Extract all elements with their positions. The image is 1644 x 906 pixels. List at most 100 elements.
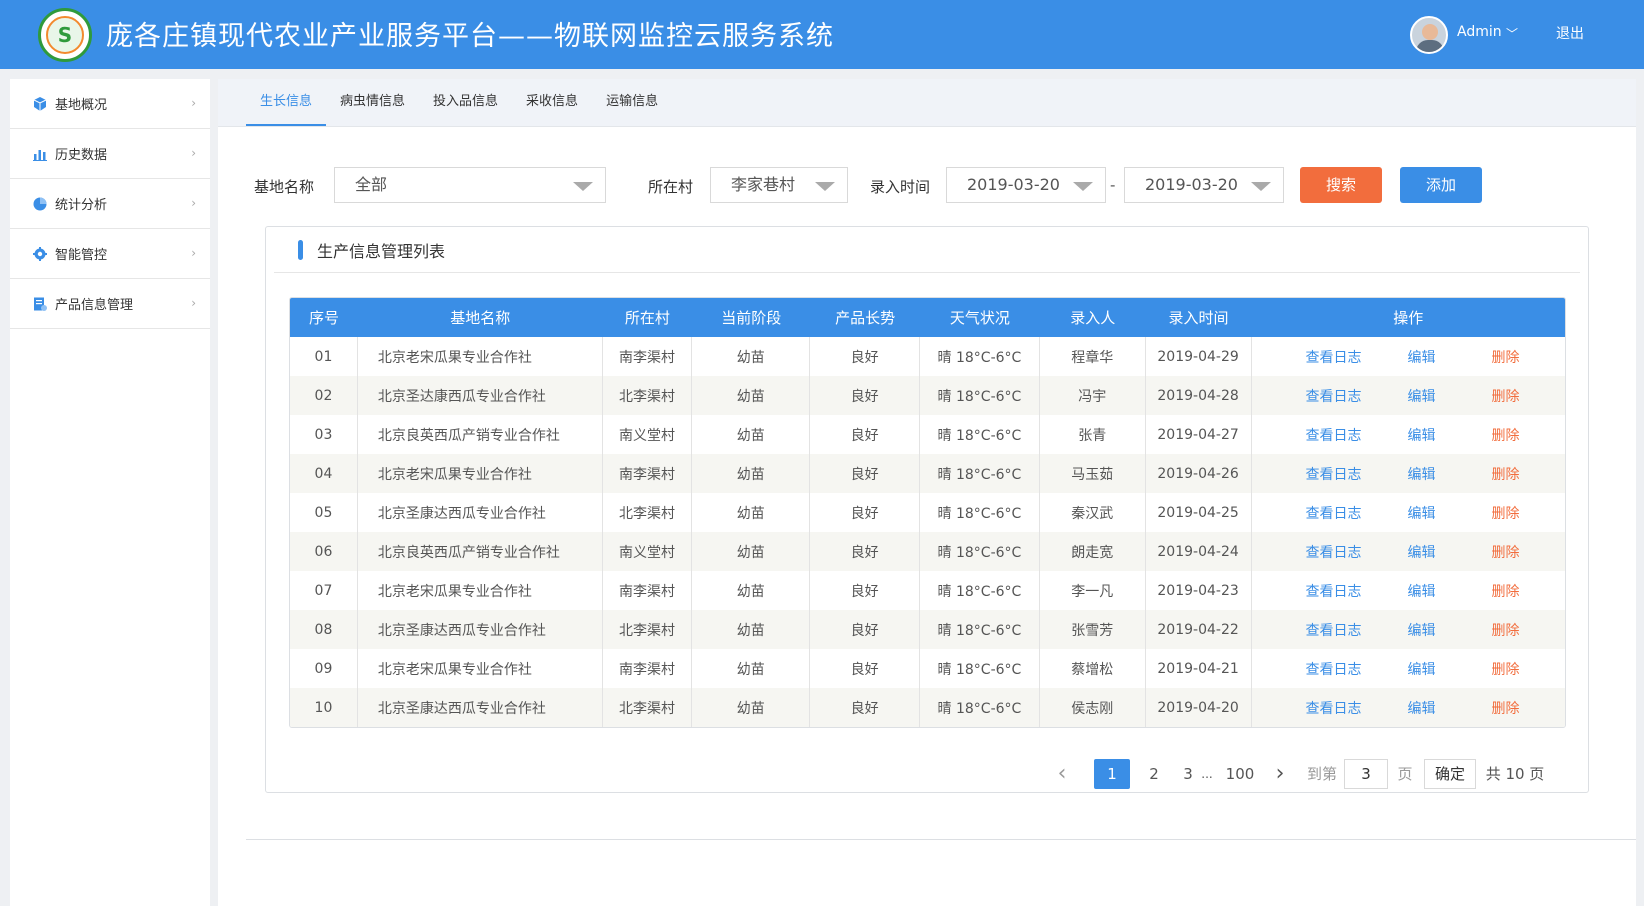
sidebar-item-control[interactable]: 智能管控 › (10, 229, 210, 279)
delete-link[interactable]: 删除 (1492, 542, 1520, 562)
village-cell: 北李渠村 (603, 376, 693, 415)
add-button[interactable]: 添加 (1400, 167, 1482, 203)
view-log-link[interactable]: 查看日志 (1306, 659, 1362, 679)
view-log-link[interactable]: 查看日志 (1306, 386, 1362, 406)
village-label: 所在村 (648, 178, 694, 196)
weather-cell: 晴 18°C-6°C (920, 415, 1040, 454)
tab-pest[interactable]: 病虫情信息 (326, 78, 419, 126)
row-index: 02 (290, 376, 358, 415)
edit-link[interactable]: 编辑 (1408, 386, 1436, 406)
delete-link[interactable]: 删除 (1492, 347, 1520, 367)
table-row: 05 北京圣康达西瓜专业合作社 北李渠村 幼苗 良好晴 18°C-6°C 秦汉武 2019-… (290, 493, 1565, 532)
prev-page-icon[interactable]: ‹ (1052, 759, 1072, 789)
confirm-button[interactable]: 确定 (1424, 759, 1476, 789)
delete-link[interactable]: 删除 (1492, 425, 1520, 445)
edit-link[interactable]: 编辑 (1408, 659, 1436, 679)
document-icon (34, 297, 47, 311)
column-header: 天气状况 (949, 309, 1010, 327)
edit-link[interactable]: 编辑 (1408, 698, 1436, 718)
date-from-picker[interactable]: 2019-03-20 (946, 167, 1106, 203)
page-1[interactable]: 1 (1094, 759, 1130, 789)
row-index: 09 (290, 649, 358, 688)
edit-link[interactable]: 编辑 (1408, 542, 1436, 562)
chevron-down-icon (1073, 182, 1093, 191)
tab-bar: 生长信息 病虫情信息 投入品信息 采收信息 运输信息 (218, 79, 1636, 127)
page-2[interactable]: 2 (1144, 759, 1164, 789)
view-log-link[interactable]: 查看日志 (1306, 620, 1362, 640)
delete-link[interactable]: 删除 (1492, 386, 1520, 406)
row-actions: 查看日志 编辑 删除 (1252, 376, 1566, 415)
logout-link[interactable]: 退出 (1556, 23, 1584, 43)
view-log-link[interactable]: 查看日志 (1306, 464, 1362, 484)
stage-cell: 幼苗 (692, 649, 811, 688)
date-to-picker[interactable]: 2019-03-20 (1124, 167, 1284, 203)
edit-link[interactable]: 编辑 (1408, 620, 1436, 640)
view-log-link[interactable]: 查看日志 (1306, 347, 1362, 367)
entry-time-cell: 2019-04-21 (1146, 649, 1252, 688)
page-unit-label: 页 (1397, 765, 1413, 783)
sidebar-item-product-info[interactable]: 产品信息管理 › (10, 279, 210, 329)
delete-link[interactable]: 删除 (1492, 659, 1520, 679)
edit-link[interactable]: 编辑 (1408, 503, 1436, 523)
village-cell: 北李渠村 (603, 493, 693, 532)
sidebar-item-statistics[interactable]: 统计分析 › (10, 179, 210, 229)
tab-harvest[interactable]: 采收信息 (512, 78, 592, 126)
column-header: 操作 (1393, 309, 1424, 327)
edit-link[interactable]: 编辑 (1408, 425, 1436, 445)
delete-link[interactable]: 删除 (1492, 581, 1520, 601)
tab-transport[interactable]: 运输信息 (592, 78, 672, 126)
view-log-link[interactable]: 查看日志 (1306, 581, 1362, 601)
weather-cell: 晴 18°C-6°C (920, 688, 1040, 727)
edit-link[interactable]: 编辑 (1408, 347, 1436, 367)
view-log-link[interactable]: 查看日志 (1306, 698, 1362, 718)
table-row: 04 北京老宋瓜果专业合作社 南李渠村 幼苗 良好晴 18°C-6°C 马玉茹 2019-0… (290, 454, 1565, 493)
row-actions: 查看日志 编辑 删除 (1252, 493, 1566, 532)
growth-cell: 良好 (810, 454, 921, 493)
view-log-link[interactable]: 查看日志 (1306, 425, 1362, 445)
date-separator: - (1110, 176, 1116, 194)
chevron-down-icon (815, 182, 835, 191)
stage-cell: 幼苗 (692, 376, 811, 415)
panel-header: 生产信息管理列表 (274, 227, 1580, 273)
tab-inputs[interactable]: 投入品信息 (419, 78, 512, 126)
user-menu[interactable]: Admin (1457, 24, 1502, 40)
entry-time-cell: 2019-04-26 (1146, 454, 1252, 493)
view-log-link[interactable]: 查看日志 (1306, 503, 1362, 523)
view-log-link[interactable]: 查看日志 (1306, 542, 1362, 562)
growth-cell: 良好 (810, 688, 921, 727)
sidebar-item-history[interactable]: 历史数据 › (10, 129, 210, 179)
tab-growth[interactable]: 生长信息 (246, 78, 327, 126)
goto-page-input[interactable]: 3 (1344, 759, 1388, 789)
delete-link[interactable]: 删除 (1492, 620, 1520, 640)
search-button[interactable]: 搜索 (1300, 167, 1382, 203)
stage-cell: 幼苗 (692, 571, 811, 610)
row-index: 08 (290, 610, 358, 649)
growth-cell: 良好 (810, 649, 921, 688)
entry-time-cell: 2019-04-20 (1146, 688, 1252, 727)
chevron-right-icon: › (191, 96, 196, 110)
edit-link[interactable]: 编辑 (1408, 464, 1436, 484)
chevron-down-icon[interactable]: ﹀ (1506, 25, 1518, 42)
base-name-select[interactable]: 全部 (334, 167, 606, 203)
delete-link[interactable]: 删除 (1492, 503, 1520, 523)
base-name-cell: 北京老宋瓜果专业合作社 (358, 571, 603, 610)
next-page-icon[interactable]: › (1270, 759, 1290, 789)
recorder-cell: 蔡增松 (1040, 649, 1146, 688)
stage-cell: 幼苗 (692, 454, 811, 493)
village-select[interactable]: 李家巷村 (710, 167, 848, 203)
page-last[interactable]: 100 (1222, 759, 1258, 789)
stage-cell: 幼苗 (692, 688, 811, 727)
delete-link[interactable]: 删除 (1492, 698, 1520, 718)
page-3[interactable]: 3 (1178, 759, 1198, 789)
panel-accent-bar (298, 239, 303, 260)
row-actions: 查看日志 编辑 删除 (1252, 454, 1566, 493)
sidebar-item-overview[interactable]: 基地概况 › (10, 79, 210, 129)
edit-link[interactable]: 编辑 (1408, 581, 1436, 601)
stage-cell: 幼苗 (692, 337, 811, 376)
column-header: 序号 (308, 309, 339, 327)
base-name-cell: 北京圣达康西瓜专业合作社 (358, 376, 603, 415)
user-avatar[interactable] (1410, 16, 1448, 54)
table-row: 03 北京良英西瓜产销专业合作社 南义堂村 幼苗 良好晴 18°C-6°C 张青 2019-… (290, 415, 1565, 454)
delete-link[interactable]: 删除 (1492, 464, 1520, 484)
base-name-cell: 北京老宋瓜果专业合作社 (358, 649, 603, 688)
